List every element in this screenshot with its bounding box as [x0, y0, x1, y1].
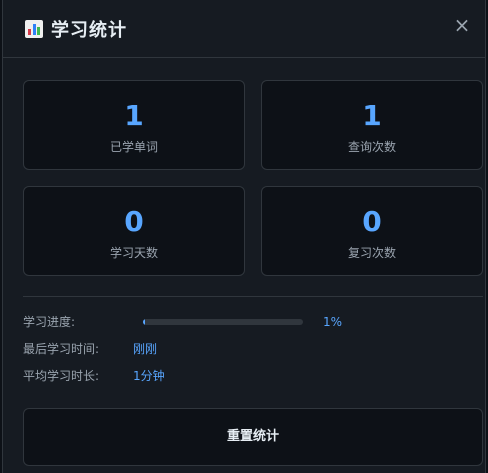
avg-duration-label: 平均学习时长:: [23, 369, 100, 383]
stat-card-study-days: 0 学习天数: [23, 186, 245, 276]
last-study-row: 最后学习时间: 刚刚: [23, 340, 423, 358]
close-icon[interactable]: ×: [451, 14, 473, 36]
avg-duration-value: 1分钟: [133, 369, 165, 383]
progress-fill: [143, 319, 146, 325]
panel-header: 学习统计 ×: [3, 0, 485, 58]
stat-value: 1: [124, 99, 144, 132]
progress-percent: 1%: [323, 315, 343, 329]
progress-label: 学习进度:: [23, 315, 76, 329]
avg-duration-row: 平均学习时长: 1分钟: [23, 367, 423, 385]
stat-card-lookups: 1 查询次数: [261, 80, 483, 170]
progress-row: 学习进度: 1%: [23, 313, 423, 331]
divider: [23, 296, 483, 297]
stat-label: 已学单词: [109, 140, 158, 154]
stat-value: 1: [362, 99, 382, 132]
title-group: 学习统计: [25, 16, 127, 42]
panel-title: 学习统计: [51, 20, 127, 41]
last-study-label: 最后学习时间:: [23, 342, 100, 356]
stat-card-reviews: 0 复习次数: [261, 186, 483, 276]
stats-panel: 学习统计 × 1 已学单词 1 查询次数 0 学习天数 0 复习次数 学习进度:…: [2, 0, 486, 473]
stat-value: 0: [362, 205, 382, 238]
progress-bar: [143, 319, 303, 325]
stat-label: 复习次数: [347, 246, 396, 260]
reset-stats-button[interactable]: 重置统计: [23, 408, 483, 466]
bar-chart-icon: [25, 20, 43, 38]
stat-label: 学习天数: [109, 246, 158, 260]
stat-label: 查询次数: [347, 140, 396, 154]
stat-value: 0: [124, 205, 144, 238]
stat-card-words-learned: 1 已学单词: [23, 80, 245, 170]
last-study-value: 刚刚: [133, 342, 158, 356]
